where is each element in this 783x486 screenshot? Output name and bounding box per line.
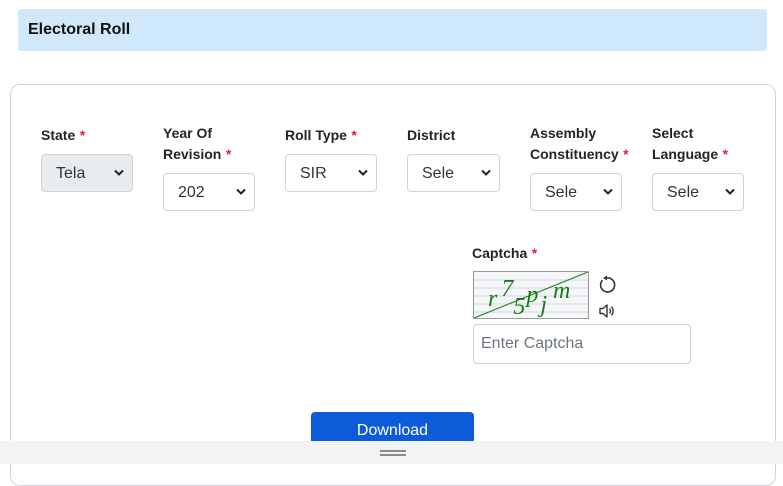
chevron-down-icon bbox=[603, 188, 613, 195]
grip-line bbox=[380, 454, 406, 456]
state-label: State * bbox=[41, 127, 86, 143]
year-label: Year Of Revision * bbox=[163, 125, 232, 162]
state-select[interactable]: Tela bbox=[41, 154, 133, 192]
assembly-select[interactable]: Sele bbox=[530, 173, 622, 211]
page-header: Electoral Roll bbox=[18, 9, 767, 51]
chevron-down-icon bbox=[114, 169, 124, 176]
grip-line bbox=[380, 450, 406, 452]
roll-type-label: Roll Type * bbox=[285, 127, 357, 143]
roll-type-select[interactable]: SIR bbox=[285, 154, 377, 192]
district-select[interactable]: Sele bbox=[407, 154, 500, 192]
speaker-icon[interactable] bbox=[598, 303, 616, 319]
chevron-down-icon bbox=[481, 169, 491, 176]
resize-handle-bar[interactable] bbox=[0, 441, 783, 464]
page-title: Electoral Roll bbox=[28, 21, 131, 38]
year-select[interactable]: 202 bbox=[163, 173, 255, 211]
chevron-down-icon bbox=[725, 188, 735, 195]
assembly-label: Assembly Constituency * bbox=[530, 125, 629, 162]
refresh-icon[interactable] bbox=[597, 275, 617, 295]
chevron-down-icon bbox=[236, 188, 246, 195]
captcha-label: Captcha * bbox=[472, 245, 538, 261]
chevron-down-icon bbox=[358, 169, 368, 176]
language-label: Select Language * bbox=[652, 125, 729, 162]
captcha-image: r 75pjm bbox=[473, 271, 589, 320]
captcha-input[interactable]: Enter Captcha bbox=[473, 324, 691, 364]
district-label: District bbox=[407, 127, 456, 143]
language-select[interactable]: Sele bbox=[652, 173, 744, 211]
